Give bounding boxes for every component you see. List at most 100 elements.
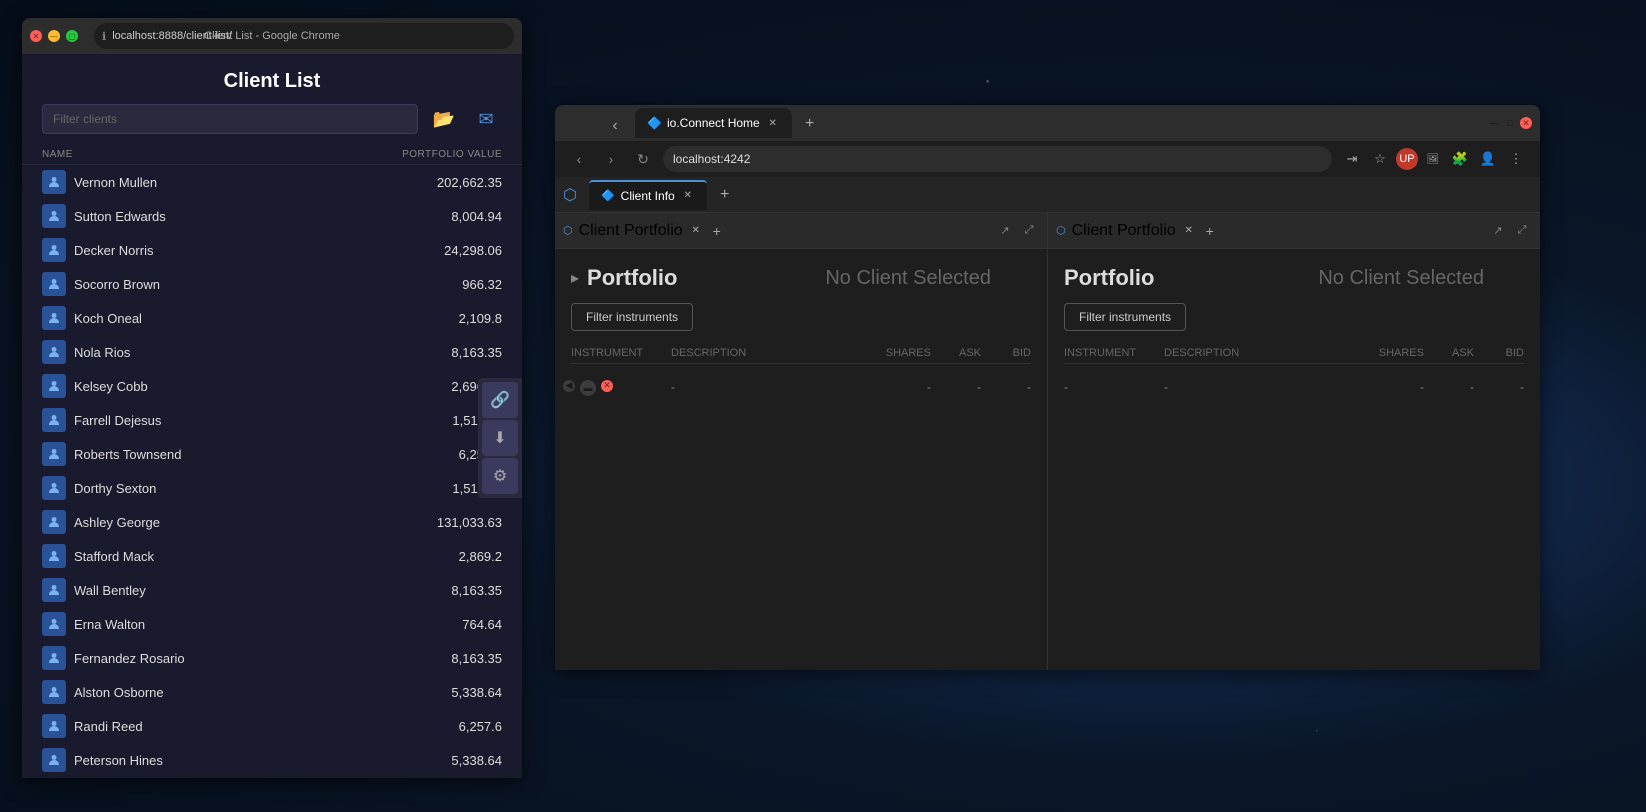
filter-btn-left[interactable]: Filter instruments <box>571 303 693 331</box>
panel-popout-right[interactable]: ↗ <box>1488 221 1508 241</box>
client-row[interactable]: Decker Norris 24,298.06 <box>22 233 522 267</box>
window-title: Client List - Google Chrome <box>204 30 340 42</box>
client-row[interactable]: Kelsey Cobb 2,696.64 <box>22 369 522 403</box>
client-avatar <box>42 578 66 602</box>
io-tab-strip: ‹ 🔷 io.Connect Home ✕ + <box>603 108 824 138</box>
client-avatar <box>42 612 66 636</box>
filter-input[interactable] <box>42 104 418 134</box>
client-row[interactable]: Randi Reed 6,257.6 <box>22 709 522 743</box>
panel-popout-left[interactable]: ↗ <box>995 221 1015 241</box>
new-panel-tab-right[interactable]: + <box>1206 223 1214 239</box>
client-row[interactable]: Socorro Brown 966.32 <box>22 267 522 301</box>
col-bid-right: BID <box>1474 347 1524 359</box>
client-row[interactable]: Fernandez Rosario 8,163.35 <box>22 641 522 675</box>
client-row[interactable]: Roberts Townsend 6,257.6 <box>22 437 522 471</box>
client-row[interactable]: Peterson Hines 5,338.64 <box>22 743 522 777</box>
client-avatar <box>42 238 66 262</box>
client-portfolio-value: 131,033.63 <box>402 515 502 530</box>
portfolio-tab-close-right[interactable]: ✕ <box>1182 224 1196 238</box>
client-name: Nola Rios <box>74 345 394 360</box>
io-content-area: ⬡ 🔷 Client Info ✕ + ⬡ Client Portfolio ✕ <box>555 177 1540 670</box>
filter-instruments-btn-left[interactable]: Filter instruments <box>571 303 1031 331</box>
more-menu-btn[interactable]: ⋮ <box>1504 147 1528 171</box>
close-button[interactable]: ✕ <box>30 30 42 42</box>
portfolio-tab-right: ⬡ Client Portfolio ✕ <box>1056 222 1196 240</box>
client-row[interactable]: Sutton Edwards 8,004.94 <box>22 199 522 233</box>
ext-icon-3[interactable]: 🧩 <box>1448 147 1472 171</box>
chrome-toolbar-icons: ⇥ ☆ UP 🖼 🧩 👤 ⋮ <box>1340 147 1528 171</box>
client-portfolio-value: 8,004.94 <box>402 209 502 224</box>
tab-back-btn[interactable]: ‹ <box>603 114 627 138</box>
cast-icon[interactable]: ⇥ <box>1340 147 1364 171</box>
client-portfolio-value: 202,662.35 <box>402 175 502 190</box>
portfolio-tab-left: ⬡ Client Portfolio ✕ <box>563 222 703 240</box>
ext-icon-2[interactable]: 🖼 <box>1422 148 1444 170</box>
client-row[interactable]: Ashley George 131,033.63 <box>22 505 522 539</box>
client-row[interactable]: Farrell Dejesus 1,511.64 <box>22 403 522 437</box>
panel-expand-right[interactable]: ⤢ <box>1512 221 1532 241</box>
portfolio-panel-right-header: ⬡ Client Portfolio ✕ + ↗ ⤢ <box>1048 213 1540 249</box>
app-new-tab-btn[interactable]: + <box>711 181 739 209</box>
client-row[interactable]: Koch Oneal 2,109.8 <box>22 301 522 335</box>
client-portfolio-value: 8,163.35 <box>402 651 502 666</box>
client-row[interactable]: Alston Osborne 5,338.64 <box>22 675 522 709</box>
panel-expand-left[interactable]: ⤢ <box>1019 221 1039 241</box>
client-avatar <box>42 272 66 296</box>
io-url-display: localhost:4242 <box>673 152 750 166</box>
portfolio-tab-close-left[interactable]: ✕ <box>689 224 703 238</box>
forward-nav-btn[interactable]: › <box>599 147 623 171</box>
new-panel-tab-left[interactable]: + <box>713 223 721 239</box>
client-portfolio-value: 5,338.64 <box>402 685 502 700</box>
io-close-btn[interactable]: ✕ <box>601 380 613 392</box>
back-nav-btn[interactable]: ‹ <box>567 147 591 171</box>
io-restore[interactable]: □ <box>1504 117 1516 129</box>
client-row[interactable]: Dorthy Sexton 1,511.64 <box>22 471 522 505</box>
io-prev-btn[interactable]: ◀ <box>563 380 575 392</box>
client-portfolio-tab-label-left: Client Portfolio <box>579 222 683 240</box>
client-portfolio-tab-label-right: Client Portfolio <box>1072 222 1176 240</box>
client-info-tab[interactable]: 🔷 Client Info ✕ <box>589 180 707 210</box>
io-expand-btn[interactable]: ▬ <box>580 380 596 396</box>
address-box[interactable]: localhost:4242 <box>663 146 1332 172</box>
client-info-tab-close[interactable]: ✕ <box>681 189 695 203</box>
client-row[interactable]: Erna Walton 764.64 <box>22 607 522 641</box>
download-action-button[interactable]: ⬇ <box>482 420 518 456</box>
window-controls: ✕ — ▢ <box>30 30 78 42</box>
link-action-button[interactable]: 🔗 <box>482 382 518 418</box>
panel-controls-right: ↗ ⤢ <box>1488 221 1532 241</box>
client-portfolio-icon-right: ⬡ <box>1056 224 1066 237</box>
client-row[interactable]: Vernon Mullen 202,662.35 <box>22 165 522 199</box>
client-portfolio-icon-left: ⬡ <box>563 224 573 237</box>
minimize-button[interactable]: — <box>48 30 60 42</box>
client-row[interactable]: Stafford Mack 2,869.2 <box>22 539 522 573</box>
filter-instruments-btn-right[interactable]: Filter instruments <box>1064 303 1524 331</box>
client-portfolio-value: 2,869.2 <box>402 549 502 564</box>
client-portfolio-value: 764.64 <box>402 617 502 632</box>
io-connect-tab[interactable]: 🔷 io.Connect Home ✕ <box>635 108 792 138</box>
row-shares-right: - <box>1364 380 1424 394</box>
new-tab-button[interactable]: + <box>796 110 824 138</box>
client-row[interactable]: Nola Rios 8,163.35 <box>22 335 522 369</box>
settings-action-button[interactable]: ⚙ <box>482 458 518 494</box>
client-name: Kelsey Cobb <box>74 379 394 394</box>
filter-btn-right[interactable]: Filter instruments <box>1064 303 1186 331</box>
client-row[interactable]: Wall Bentley 8,163.35 <box>22 573 522 607</box>
client-name: Roberts Townsend <box>74 447 394 462</box>
email-button[interactable]: ✉ <box>470 103 502 135</box>
ext-icon-1[interactable]: UP <box>1396 148 1418 170</box>
client-row[interactable]: Malone Harding 6,257.6 <box>22 777 522 778</box>
bookmark-icon[interactable]: ☆ <box>1368 147 1392 171</box>
folder-button[interactable]: 📂 <box>428 103 460 135</box>
col-bid-left: BID <box>981 347 1031 359</box>
reload-nav-btn[interactable]: ↻ <box>631 147 655 171</box>
client-portfolio-value: 6,257.6 <box>402 719 502 734</box>
io-minimize[interactable]: — <box>1488 117 1500 129</box>
site-icon: ℹ <box>102 30 106 43</box>
io-wclose[interactable]: ✕ <box>1520 117 1532 129</box>
maximize-button[interactable]: ▢ <box>66 30 78 42</box>
io-tab-close[interactable]: ✕ <box>766 116 780 130</box>
portfolio-panel-left-header: ⬡ Client Portfolio ✕ + ↗ ⤢ <box>555 213 1047 249</box>
ext-icon-4[interactable]: 👤 <box>1476 147 1500 171</box>
portfolio-panel-left: ⬡ Client Portfolio ✕ + ↗ ⤢ ▸ Po <box>555 213 1048 670</box>
portfolio-title-row-right: Portfolio No Client Selected <box>1064 265 1524 291</box>
